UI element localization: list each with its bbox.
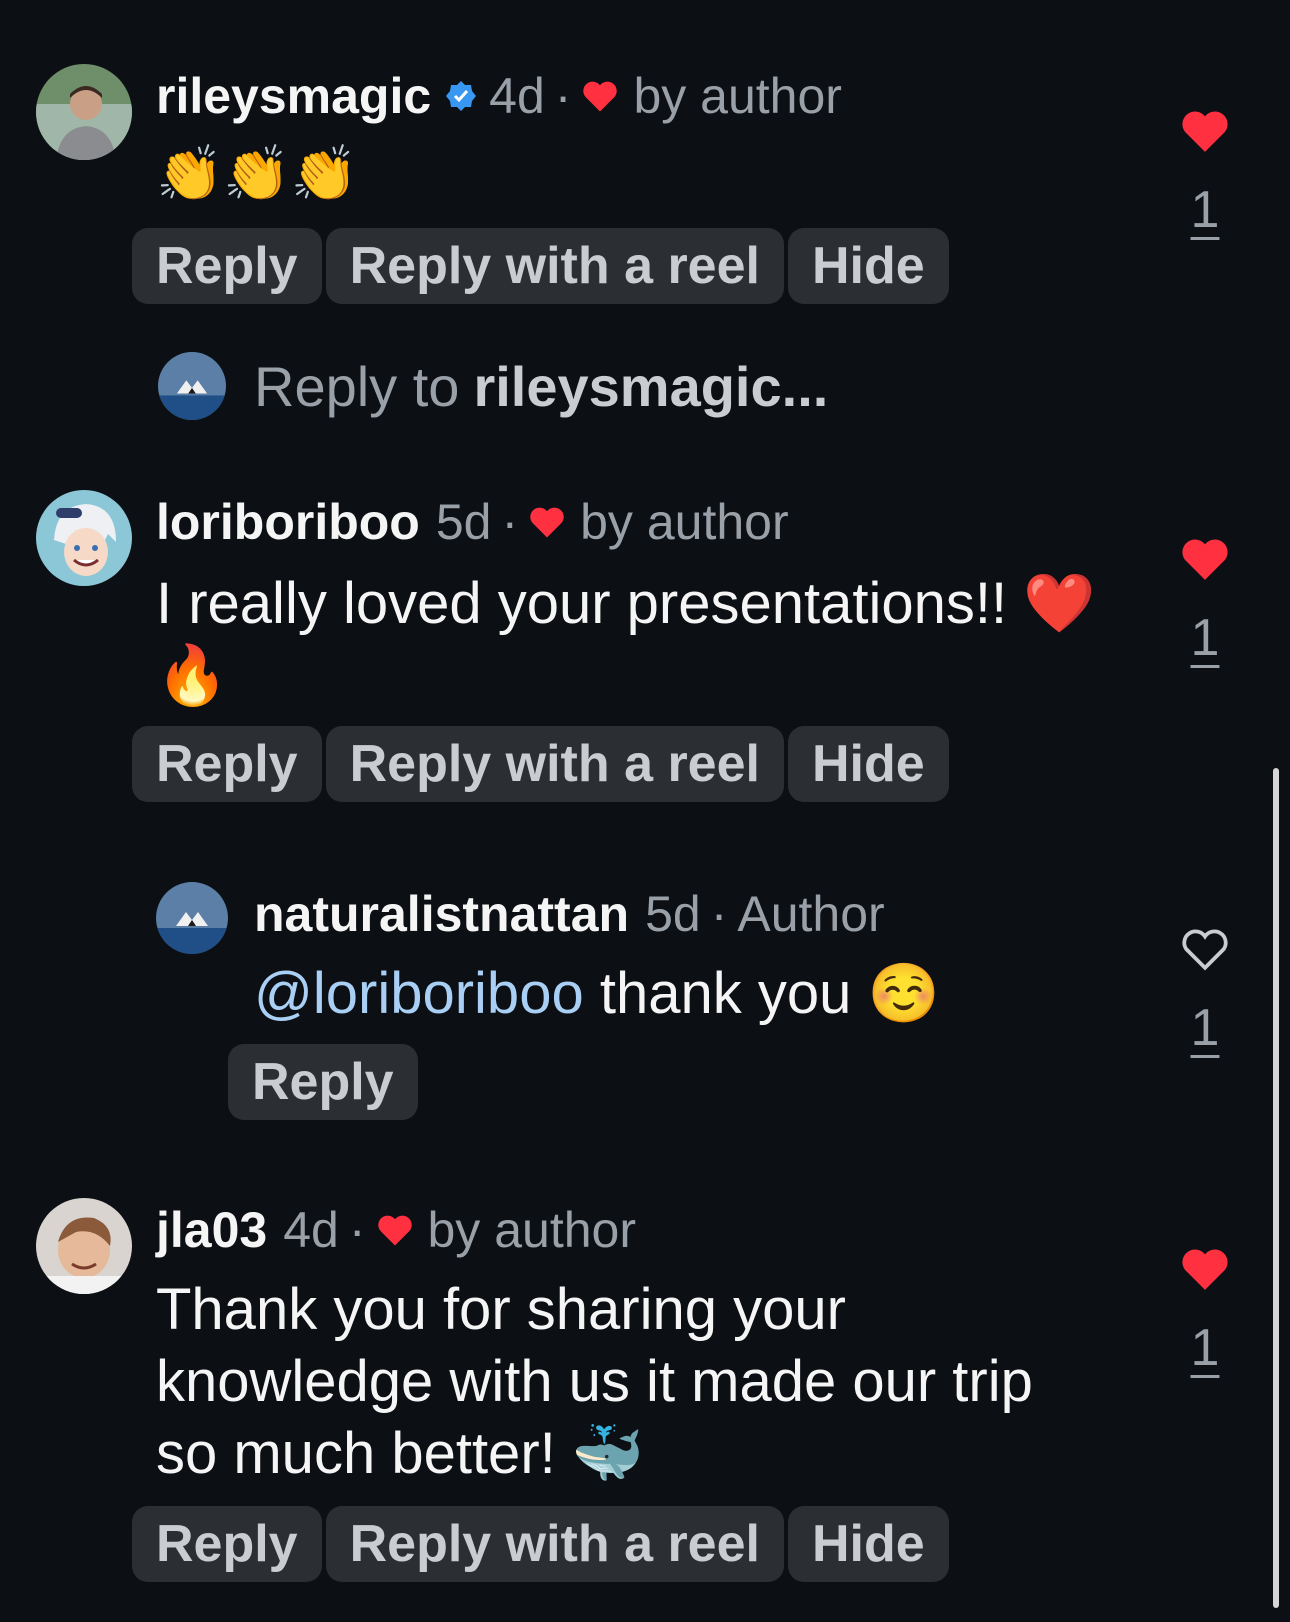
reply-button[interactable]: Reply (228, 1044, 418, 1120)
reply-to-prompt[interactable]: Reply to rileysmagic... (158, 352, 828, 420)
comment-time: 4d (489, 68, 545, 124)
avatar[interactable] (36, 64, 132, 160)
like-column: 1 (1170, 1246, 1240, 1378)
like-heart-icon[interactable] (1179, 108, 1231, 154)
comment-actions: Reply Reply with a reel Hide (132, 1506, 949, 1582)
hide-button[interactable]: Hide (787, 1506, 949, 1582)
reply-with-reel-button[interactable]: Reply with a reel (325, 1506, 784, 1582)
avatar[interactable] (36, 490, 132, 586)
author-heart-icon (376, 1213, 414, 1247)
like-count[interactable]: 1 (1170, 180, 1240, 240)
separator-dot: · (710, 886, 728, 942)
avatar[interactable] (36, 1198, 132, 1294)
verified-badge-icon (445, 80, 477, 112)
my-avatar (158, 352, 226, 420)
reply-with-reel-button[interactable]: Reply with a reel (325, 228, 784, 304)
like-count[interactable]: 1 (1170, 1318, 1240, 1378)
author-heart-icon (581, 79, 619, 113)
author-heart-icon (528, 505, 566, 539)
reply-with-reel-button[interactable]: Reply with a reel (325, 726, 784, 802)
username[interactable]: naturalistnattan (254, 884, 629, 944)
separator-dot: · (348, 1202, 366, 1258)
avatar[interactable] (156, 882, 228, 954)
like-heart-icon[interactable] (1179, 536, 1231, 582)
comment-actions: Reply Reply with a reel Hide (132, 228, 949, 304)
author-label: Author (737, 886, 885, 942)
comment-text: I really loved your presentations!! ❤️ 🔥 (156, 571, 1096, 708)
comment-time: 5d (645, 886, 701, 942)
comment-actions: Reply (228, 1044, 418, 1120)
hide-button[interactable]: Hide (787, 228, 949, 304)
comment-text: @loriboriboo thank you ☺️ (254, 958, 940, 1030)
comment-time: 5d (435, 494, 492, 550)
liked-by-author-label: by author (580, 494, 789, 550)
separator-dot: · (501, 494, 519, 550)
separator-dot: · (554, 68, 572, 124)
like-heart-outline-icon[interactable] (1179, 926, 1231, 972)
like-column: 1 (1170, 926, 1240, 1058)
like-column: 1 (1170, 536, 1240, 668)
username[interactable]: jla03 (156, 1200, 267, 1260)
reply-to-username: rileysmagic... (473, 354, 829, 418)
username[interactable]: loriboriboo (156, 492, 420, 552)
like-column: 1 (1170, 108, 1240, 240)
like-count[interactable]: 1 (1170, 608, 1240, 668)
reply-button[interactable]: Reply (132, 726, 322, 802)
reply-button[interactable]: Reply (132, 1506, 322, 1582)
comment-actions: Reply Reply with a reel Hide (132, 726, 949, 802)
liked-by-author-label: by author (427, 1202, 636, 1258)
reply-button[interactable]: Reply (132, 228, 322, 304)
hide-button[interactable]: Hide (787, 726, 949, 802)
comment-text: 👏👏👏 (156, 142, 358, 205)
comment-text: Thank you for sharing your knowledge wit… (156, 1277, 1033, 1486)
username[interactable]: rileysmagic (156, 66, 431, 126)
like-count[interactable]: 1 (1170, 998, 1240, 1058)
scrollbar[interactable] (1273, 768, 1279, 1608)
reply-to-prefix: Reply to (254, 354, 460, 418)
comment-time: 4d (283, 1202, 339, 1258)
liked-by-author-label: by author (633, 68, 842, 124)
like-heart-icon[interactable] (1179, 1246, 1231, 1292)
mention-link[interactable]: @loriboriboo (254, 961, 584, 1026)
comment-body: thank you ☺️ (583, 961, 940, 1026)
